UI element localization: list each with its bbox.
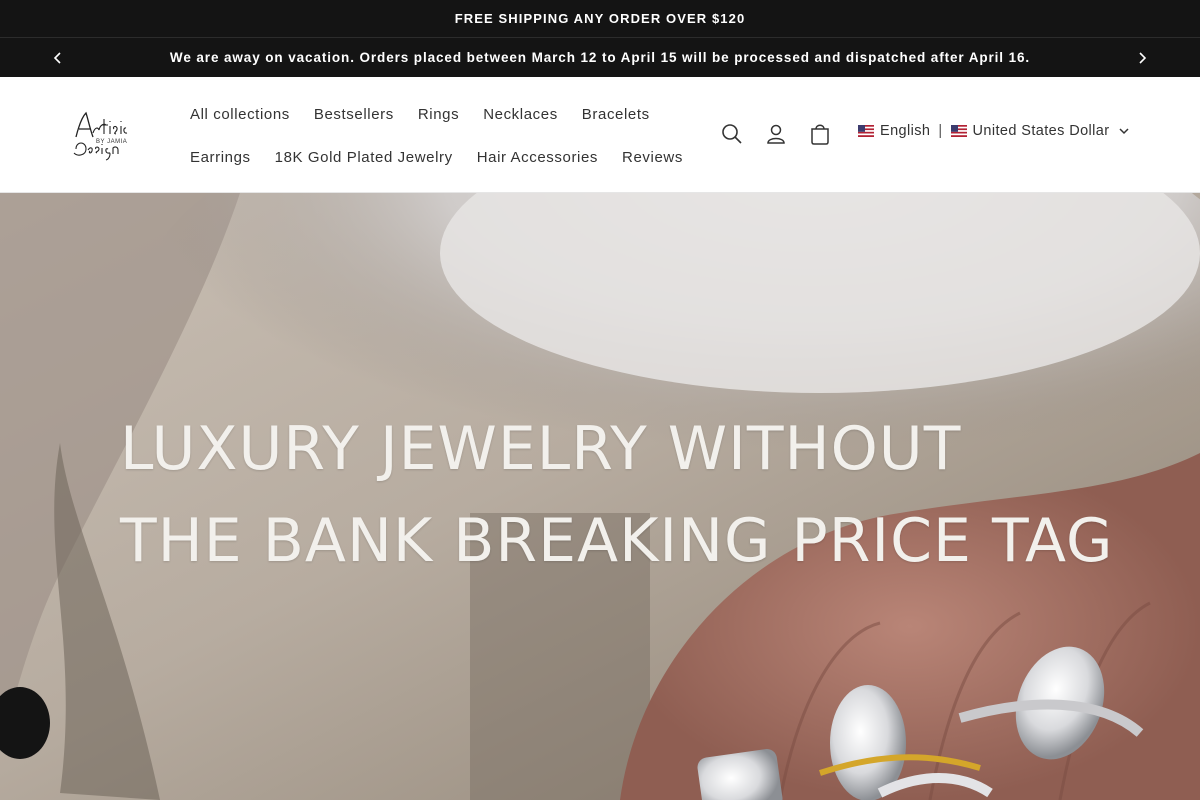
cart-button[interactable] — [806, 117, 834, 151]
shipping-announcement-text: FREE SHIPPING ANY ORDER OVER $120 — [454, 11, 746, 26]
shipping-announcement: FREE SHIPPING ANY ORDER OVER $120 — [0, 0, 1200, 38]
next-announcement-button[interactable] — [1128, 44, 1156, 72]
svg-text:BY JAMIA: BY JAMIA — [96, 139, 127, 145]
us-flag-icon — [950, 125, 967, 137]
account-button[interactable] — [762, 117, 790, 151]
nav-item-rings[interactable]: Rings — [406, 106, 471, 123]
hero-headline-line1: LUXURY JEWELRY WITHOUT — [120, 414, 962, 484]
chevron-down-icon — [1119, 128, 1130, 135]
chevron-right-icon — [1139, 51, 1147, 64]
user-icon — [767, 124, 785, 144]
us-flag-icon — [858, 125, 874, 137]
localization-selector[interactable]: English | United States Dollar — [858, 123, 1130, 139]
search-icon — [722, 124, 742, 144]
nav-item-all-collections[interactable]: All collections — [178, 106, 302, 123]
hero-banner[interactable]: LUXURY JEWELRY WITHOUT THE BANK BREAKING… — [0, 193, 1200, 800]
vacation-announcement-text: We are away on vacation. Orders placed b… — [169, 50, 1031, 65]
nav-item-earrings[interactable]: Earrings — [178, 149, 263, 166]
site-header: BY JAMIA All collections Bestsellers Rin… — [0, 77, 1200, 193]
nav-item-hair-accessories[interactable]: Hair Accessories — [465, 149, 610, 166]
nav-item-bestsellers[interactable]: Bestsellers — [302, 106, 406, 123]
brand-logo[interactable]: BY JAMIA — [66, 103, 136, 163]
language-label[interactable]: English — [880, 123, 930, 139]
previous-announcement-button[interactable] — [44, 44, 72, 72]
nav-item-necklaces[interactable]: Necklaces — [471, 106, 570, 123]
nav-item-reviews[interactable]: Reviews — [610, 149, 695, 166]
nav-item-gold-plated-jewelry[interactable]: 18K Gold Plated Jewelry — [263, 149, 465, 166]
main-navigation: All collections Bestsellers Rings Neckla… — [178, 93, 698, 179]
nav-row-2: Earrings 18K Gold Plated Jewelry Hair Ac… — [178, 136, 698, 179]
nav-item-bracelets[interactable]: Bracelets — [570, 106, 662, 123]
locale-separator: | — [938, 123, 943, 139]
search-button[interactable] — [718, 117, 746, 151]
chevron-left-icon — [53, 51, 61, 64]
hero-headline-line2: THE BANK BREAKING PRICE TAG — [120, 506, 1114, 576]
brand-logo-artwork: BY JAMIA — [73, 111, 128, 161]
nav-row-1: All collections Bestsellers Rings Neckla… — [178, 93, 698, 136]
hero-headline: LUXURY JEWELRY WITHOUT THE BANK BREAKING… — [120, 403, 1113, 587]
currency-label[interactable]: United States Dollar — [973, 123, 1110, 139]
header-icons — [718, 117, 834, 151]
vacation-announcement: We are away on vacation. Orders placed b… — [0, 38, 1200, 77]
cart-icon — [811, 124, 829, 145]
